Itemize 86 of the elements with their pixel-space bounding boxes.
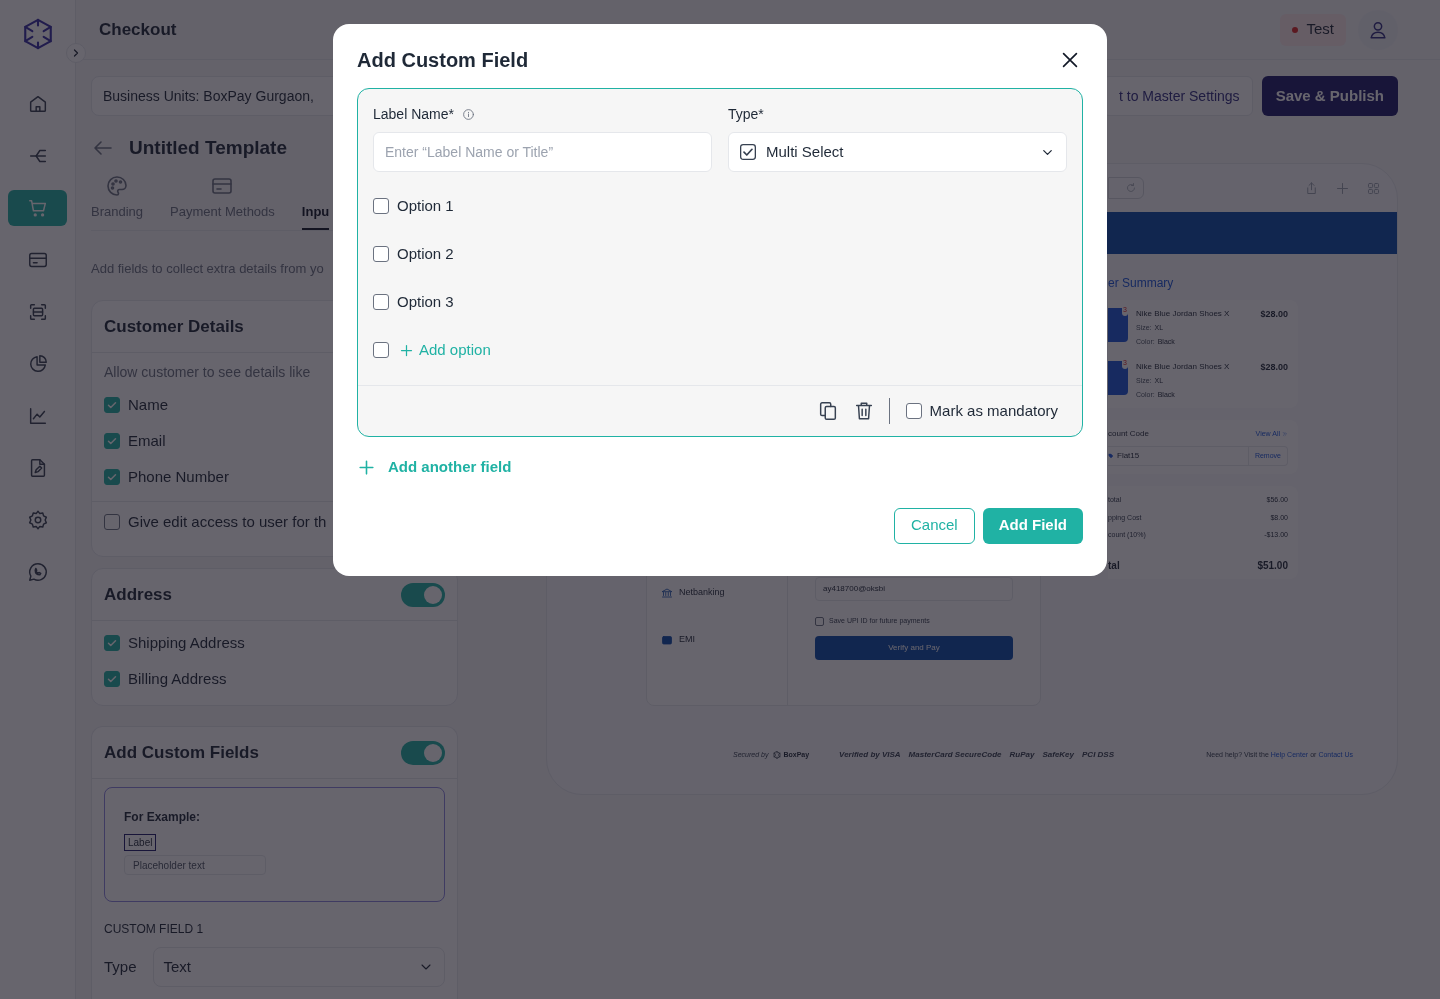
checkbox-label: Phone Number <box>128 466 229 487</box>
check-icon <box>106 435 118 447</box>
plus-icon <box>399 342 414 358</box>
add-field-button[interactable]: Add Field <box>982 507 1083 544</box>
check-icon <box>106 673 118 685</box>
checkbox[interactable] <box>104 469 120 485</box>
bank-icon <box>661 587 673 599</box>
payment-logo-text: MasterCard SecureCode <box>908 749 1002 761</box>
payment-logo-text: RuPay <box>1009 749 1035 761</box>
section-title: Address <box>104 583 173 606</box>
dialog-title: Add Custom Field <box>357 48 529 73</box>
total-value: $51.00 <box>1257 558 1288 573</box>
field-label: Type* <box>728 106 765 122</box>
payment-method[interactable]: Netbanking <box>679 586 725 600</box>
checkbox[interactable] <box>373 246 389 262</box>
type-label: Type <box>104 956 137 977</box>
checkbox-label: Name <box>128 394 168 415</box>
checkbox-label: Email <box>128 430 166 451</box>
grid-icon <box>1366 180 1381 196</box>
label-name-input[interactable]: Enter “Label Name or Title” <box>373 132 712 172</box>
plus-icon <box>357 457 376 477</box>
upi-field[interactable]: ay418700@oksbi <box>815 577 1013 601</box>
checkbox[interactable] <box>905 403 922 419</box>
checkbox[interactable] <box>104 671 120 687</box>
expand-button[interactable] <box>66 43 86 63</box>
example-label: Label <box>124 834 157 851</box>
checkbox-label: Billing Address <box>128 668 227 689</box>
checkbox[interactable] <box>104 635 120 651</box>
pay-button[interactable]: Verify and Pay <box>815 635 1013 660</box>
page-title: Checkout <box>99 18 177 41</box>
checkbox[interactable] <box>104 514 120 530</box>
checkbox-label: Give edit access to user for th <box>128 511 327 532</box>
checkbox-label: Mark as mandatory <box>929 400 1058 421</box>
refresh-icon <box>1125 182 1137 194</box>
section-title: Customer Details <box>104 315 244 338</box>
total-label: tal <box>1108 558 1120 573</box>
product-name: Nike Blue Jordan Shoes X <box>1136 361 1231 373</box>
cart-icon <box>26 197 49 219</box>
example-heading: For Example: <box>124 809 202 826</box>
type-select[interactable]: Text <box>152 947 445 987</box>
discount-title: count Code <box>1108 428 1149 440</box>
toggle-switch[interactable] <box>401 582 445 607</box>
payment-logo-text: PCI DSS <box>1082 749 1115 761</box>
payment-method[interactable]: EMI <box>679 633 695 647</box>
double-chevron-icon <box>1282 431 1288 437</box>
option-label: Option 2 <box>397 243 454 264</box>
payment-logo-text: Verified by VISA <box>839 749 901 761</box>
nav-item[interactable] <box>8 190 67 226</box>
checkbox[interactable] <box>373 294 389 310</box>
discount-code: Flat15 <box>1117 450 1140 462</box>
environment-badge: Test <box>1280 13 1346 46</box>
wallet-icon <box>661 634 673 646</box>
option-label: Option 3 <box>397 291 454 312</box>
product-name: Nike Blue Jordan Shoes X <box>1136 308 1231 320</box>
checkbox[interactable] <box>373 342 389 358</box>
product-price: $28.00 <box>1260 308 1288 321</box>
palette-icon <box>105 174 129 198</box>
checkbox-icon <box>740 144 756 160</box>
toggle-switch[interactable] <box>401 740 445 765</box>
product-price: $28.00 <box>1260 361 1288 374</box>
option-label: Option 1 <box>397 195 454 216</box>
checkbox[interactable] <box>373 198 389 214</box>
payment-logo-text: SafeKey <box>1042 749 1074 761</box>
tab[interactable]: Inpu <box>301 174 330 230</box>
checkbox-label: Shipping Address <box>128 632 245 653</box>
section-title: Add Custom Fields <box>104 741 259 764</box>
add-another-field-button[interactable]: Add another field <box>357 456 512 479</box>
info-icon <box>461 107 475 121</box>
checkbox[interactable] <box>104 433 120 449</box>
check-icon <box>106 471 118 483</box>
field-heading: CUSTOM FIELD 1 <box>104 921 205 938</box>
add-option-button[interactable]: Add option <box>399 338 491 362</box>
template-title: Untitled Template <box>129 135 287 160</box>
summary-title: er Summary <box>1108 275 1175 292</box>
publish-button[interactable]: Save & Publish <box>1261 76 1398 116</box>
checkbox[interactable] <box>815 616 824 626</box>
plus-icon <box>1335 180 1350 196</box>
chat-icon <box>26 561 49 583</box>
checkbox[interactable] <box>104 397 120 413</box>
check-icon <box>106 399 118 411</box>
check-icon <box>106 637 118 649</box>
cancel-button[interactable]: Cancel <box>893 507 975 544</box>
settings-icon <box>26 509 49 531</box>
cube-logo-icon <box>773 751 782 759</box>
type-select[interactable]: Multi Select <box>728 132 1067 172</box>
share-icon <box>1304 180 1319 196</box>
